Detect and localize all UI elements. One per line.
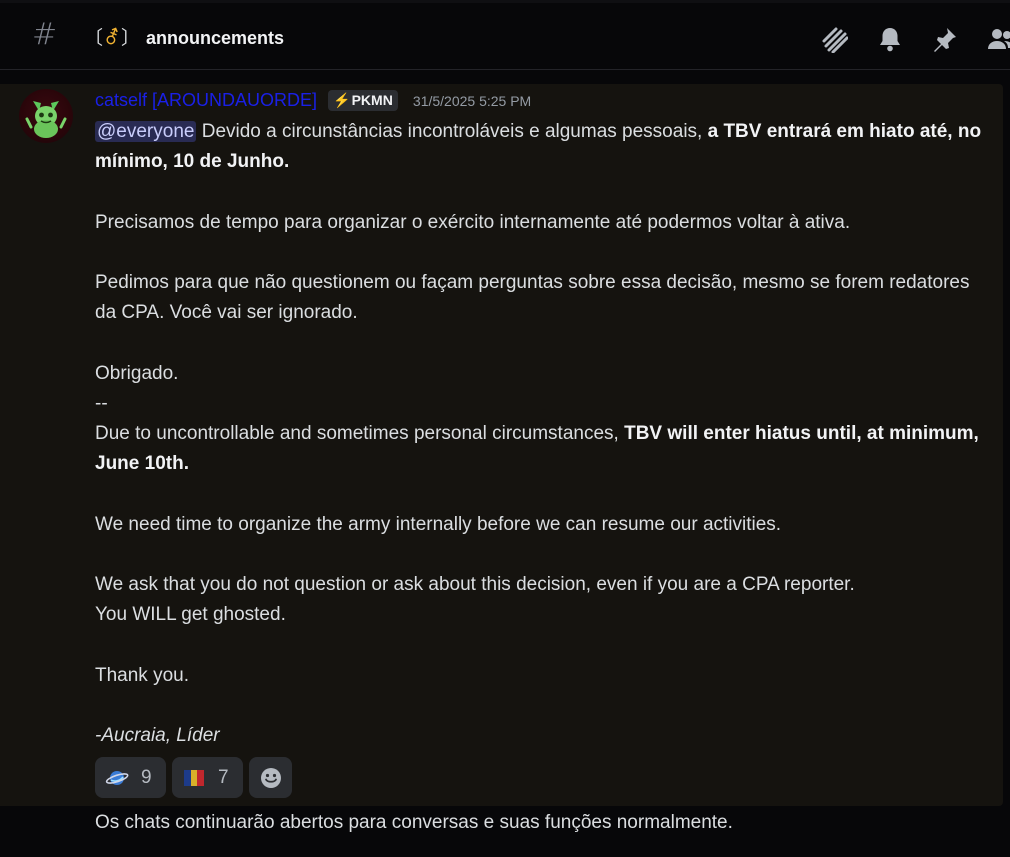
mention-everyone[interactable]: @everyone bbox=[95, 121, 197, 142]
guild-tag-label: PKMN bbox=[351, 92, 393, 108]
message-content: @everyone Devido a circunstâncias incont… bbox=[95, 117, 985, 751]
smiley-icon bbox=[260, 767, 281, 788]
paragraph: @everyone Devido a circunstâncias incont… bbox=[95, 121, 982, 173]
separator: -- bbox=[95, 392, 108, 414]
next-message-text: Os chats continuarão abertos para conver… bbox=[95, 812, 733, 833]
paragraph: Precisamos de tempo para organizar o exé… bbox=[95, 211, 851, 233]
channel-header: # 〔⚦〕 announcements bbox=[0, 0, 1010, 70]
pin-icon[interactable] bbox=[931, 25, 959, 53]
paragraph: Pedimos para que não questionem ou façam… bbox=[95, 271, 970, 324]
channel-emoji: 〔⚦〕 bbox=[84, 27, 141, 49]
paragraph: Obrigado. bbox=[95, 362, 179, 384]
channel-name: announcements bbox=[146, 28, 285, 48]
reaction-planet[interactable]: 9 bbox=[95, 757, 166, 798]
members-icon[interactable] bbox=[986, 25, 1010, 53]
paragraph: We need time to organize the army intern… bbox=[95, 513, 782, 535]
flag-emoji-icon bbox=[184, 769, 204, 786]
signature: -Aucraia, Líder bbox=[95, 724, 220, 746]
guild-tag[interactable]: ⚡PKMN bbox=[328, 90, 398, 111]
avatar[interactable] bbox=[19, 89, 73, 143]
hashtag-icon: # bbox=[32, 17, 58, 52]
paragraph: Due to uncontrollable and sometimes pers… bbox=[95, 422, 979, 475]
username[interactable]: catself [AROUNDAUORDE] bbox=[95, 90, 317, 110]
timestamp: 31/5/2025 5:25 PM bbox=[412, 92, 532, 109]
paragraph: You WILL get ghosted. bbox=[95, 604, 286, 626]
add-reaction-button[interactable] bbox=[249, 757, 292, 798]
reaction-count: 7 bbox=[218, 766, 229, 788]
bell-icon[interactable] bbox=[876, 25, 904, 53]
threads-icon[interactable] bbox=[820, 25, 848, 53]
planet-emoji-icon bbox=[105, 770, 129, 785]
paragraph: We ask that you do not question or ask a… bbox=[95, 573, 855, 595]
lightning-icon: ⚡ bbox=[333, 92, 351, 108]
message-meta: catself [AROUNDAUORDE] ⚡PKMN 31/5/2025 5… bbox=[95, 90, 531, 116]
reaction-count: 9 bbox=[141, 766, 152, 788]
paragraph: Thank you. bbox=[95, 664, 189, 686]
reaction-flag[interactable]: 7 bbox=[172, 757, 243, 798]
reactions-bar: 9 7 bbox=[95, 757, 292, 798]
